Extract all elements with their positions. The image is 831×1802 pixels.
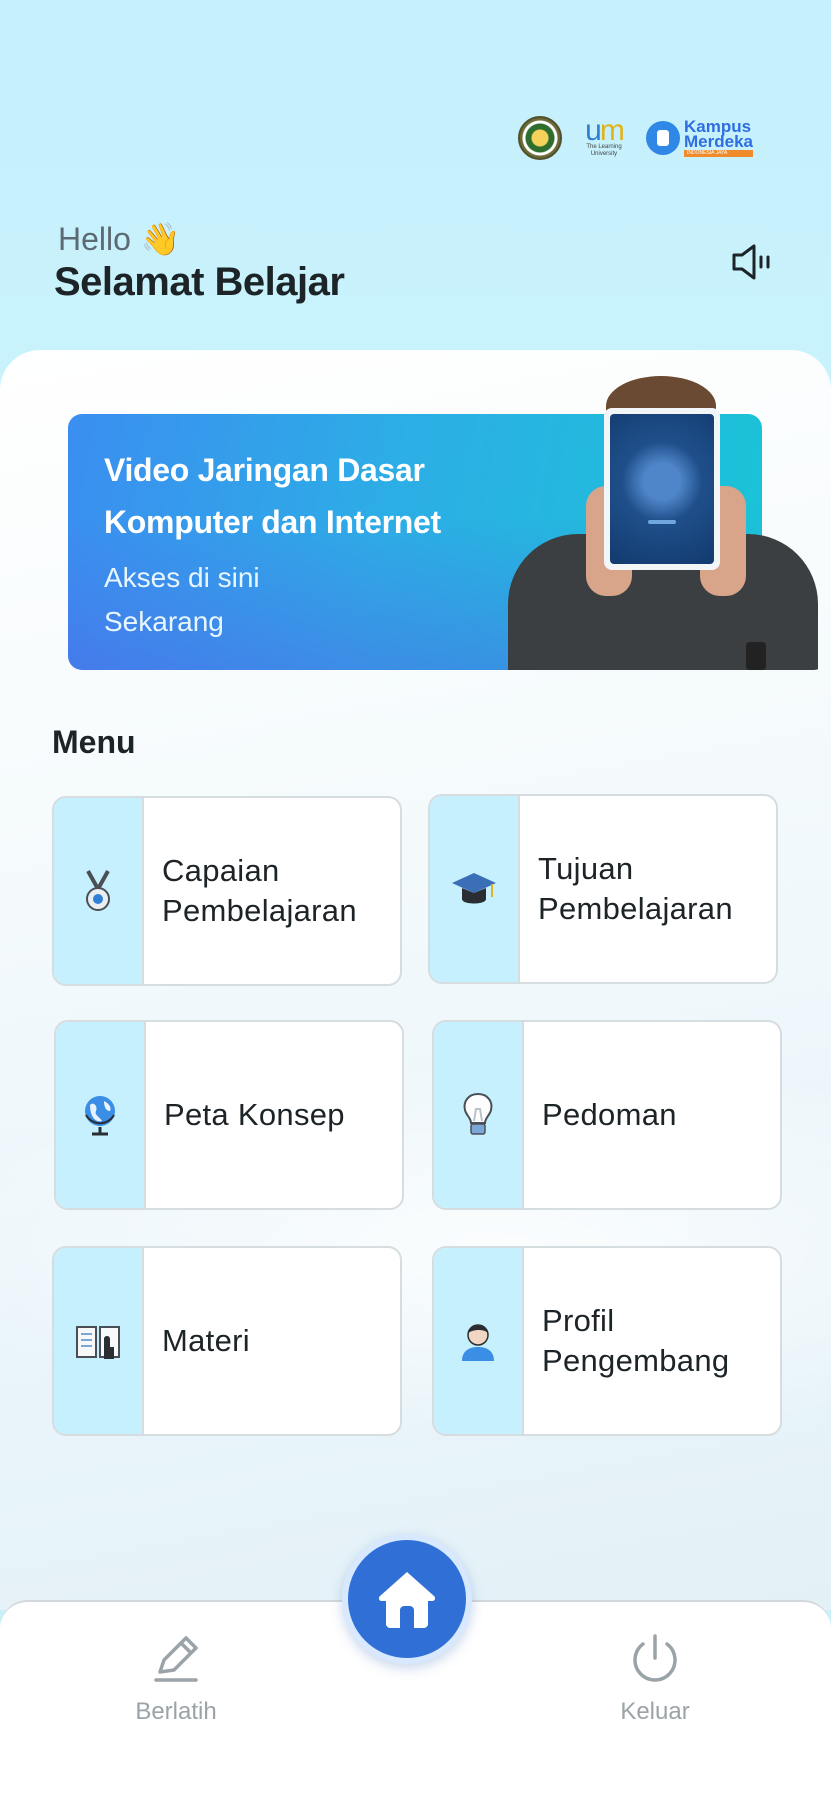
header-background (0, 0, 831, 400)
menu-tile-profil-pengembang[interactable]: Profil Pengembang (432, 1246, 782, 1436)
tablet-illustration (604, 408, 720, 570)
greeting-text: Hello (58, 220, 131, 257)
menu-tile-peta-konsep[interactable]: Peta Konsep (54, 1020, 404, 1210)
home-button[interactable] (342, 1534, 472, 1664)
waving-hand-icon: 👋 (140, 221, 181, 257)
book-icon (76, 1326, 120, 1359)
globe-icon (85, 1096, 115, 1136)
kampus-merdeka-logo: Kampus Merdeka INDONESIA JAYA (646, 118, 753, 157)
speaker-icon[interactable] (728, 238, 776, 286)
medal-icon (86, 870, 110, 911)
banner-title-line1: Video Jaringan Dasar (104, 452, 425, 488)
menu-tile-tujuan-pembelajaran[interactable]: Tujuan Pembelajaran (428, 794, 778, 984)
pencil-icon (154, 1636, 198, 1682)
partner-logos: um The Learning University Kampus Merdek… (518, 116, 753, 160)
page-title: Selamat Belajar (54, 260, 345, 304)
menu-heading: Menu (52, 724, 136, 760)
nav-keluar-label: Keluar (620, 1698, 690, 1725)
greeting: Hello 👋 (58, 220, 181, 258)
um-logo: um The Learning University (585, 114, 625, 158)
menu-tile-pedoman[interactable]: Pedoman (432, 1020, 782, 1210)
video-banner[interactable]: Video Jaringan Dasar Komputer dan Intern… (68, 376, 818, 670)
power-icon (633, 1634, 677, 1682)
graduation-cap-icon (452, 873, 496, 904)
nav-berlatih-label: Berlatih (135, 1698, 217, 1725)
banner-subtitle-line1: Akses di sini (104, 562, 260, 593)
university-seal-logo (518, 116, 562, 160)
lightbulb-icon (463, 1092, 493, 1135)
nav-berlatih[interactable]: Berlatih (76, 1628, 276, 1726)
menu-tile-capaian-pembelajaran[interactable]: Capaian Pembelajaran (52, 796, 402, 986)
banner-person-image (428, 366, 828, 670)
user-icon (462, 1324, 494, 1361)
nav-keluar[interactable]: Keluar (555, 1628, 755, 1726)
banner-title-line2: Komputer dan Internet (104, 504, 441, 540)
menu-tile-materi[interactable]: Materi (52, 1246, 402, 1436)
banner-subtitle-line2: Sekarang (104, 606, 224, 637)
home-icon (378, 1572, 436, 1628)
